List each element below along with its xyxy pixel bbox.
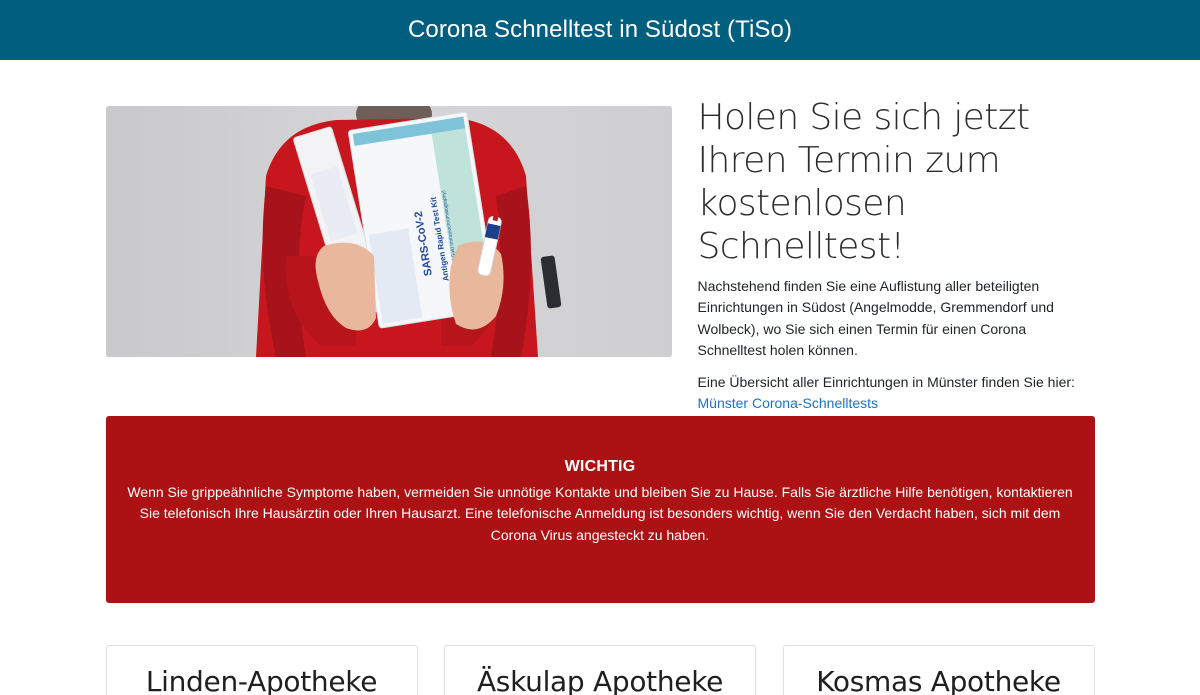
hero-heading: Holen Sie sich jetzt Ihren Termin zum ko…	[697, 97, 1031, 267]
hero-text: Holen Sie sich jetzt Ihren Termin zum ko…	[697, 96, 1095, 411]
alert-title: WICHTIG	[564, 458, 636, 475]
pharmacy-card-kosmas[interactable]: Kosmas Apotheke	[782, 645, 1095, 695]
hero-description: Nachstehend finden Sie eine Auflistung a…	[697, 278, 1054, 358]
alert-body: Wenn Sie grippeähnliche Symptome haben, …	[127, 484, 1073, 543]
hero-photo-rapid-test-kit: SARS-CoV-2 Antigen Rapid Test Kit (Collo…	[105, 106, 672, 357]
pharmacy-card-title: Äskulap Apotheke	[476, 665, 724, 695]
overview-text: Eine Übersicht aller Einrichtungen in Mü…	[698, 372, 1095, 415]
site-header: Corona Schnelltest in Südost (TiSo)	[0, 0, 1200, 60]
hero-photo-illustration: SARS-CoV-2 Antigen Rapid Test Kit (Collo…	[105, 106, 672, 357]
pharmacy-card-title: Kosmas Apotheke	[816, 665, 1061, 695]
pharmacy-card-aeskulap[interactable]: Äskulap Apotheke	[444, 645, 756, 695]
hero-section: SARS-CoV-2 Antigen Rapid Test Kit (Collo…	[105, 97, 1095, 411]
overview-label: Eine Übersicht aller Einrichtungen in Mü…	[697, 374, 1075, 391]
muenster-schnelltests-link[interactable]: Münster Corona-Schnelltests	[698, 395, 879, 411]
pharmacy-card-title: Linden-Apotheke	[145, 665, 378, 695]
important-alert: WICHTIG Wenn Sie grippeähnliche Symptome…	[105, 416, 1095, 603]
site-title: Corona Schnelltest in Südost (TiSo)	[407, 16, 793, 43]
main-content: SARS-CoV-2 Antigen Rapid Test Kit (Collo…	[105, 97, 1095, 695]
pharmacy-card-linden[interactable]: Linden-Apotheke	[105, 645, 418, 695]
pharmacy-cards: Linden-Apotheke Äskulap Apotheke Kosmas …	[105, 645, 1095, 695]
